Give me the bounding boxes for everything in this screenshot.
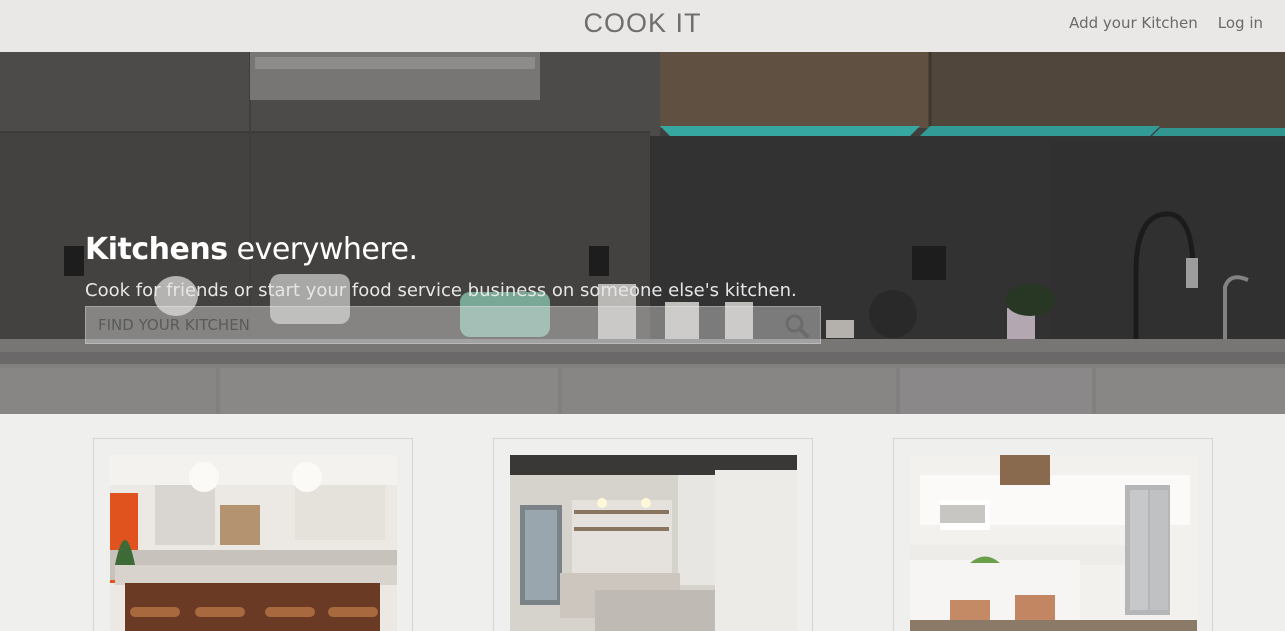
kitchen-photo[interactable] bbox=[110, 455, 397, 631]
hero-title: Kitchens everywhere. bbox=[85, 232, 418, 267]
hero-title-rest: everywhere. bbox=[227, 232, 418, 267]
magnifier-icon[interactable] bbox=[784, 313, 810, 339]
top-navbar: COOK IT Add your Kitchen Log in bbox=[0, 0, 1285, 52]
nav-links: Add your Kitchen Log in bbox=[1069, 14, 1263, 32]
add-kitchen-link[interactable]: Add your Kitchen bbox=[1069, 14, 1198, 32]
hero-title-bold: Kitchens bbox=[85, 232, 228, 267]
hero-banner: Kitchens everywhere. Cook for friends or… bbox=[0, 52, 1285, 414]
kitchen-card[interactable] bbox=[493, 438, 813, 631]
login-link[interactable]: Log in bbox=[1218, 14, 1263, 32]
kitchen-card[interactable] bbox=[893, 438, 1213, 631]
kitchen-search-bar bbox=[85, 306, 821, 344]
kitchen-photo[interactable] bbox=[910, 455, 1197, 631]
kitchen-photo[interactable] bbox=[510, 455, 797, 631]
hero-subtitle: Cook for friends or start your food serv… bbox=[85, 280, 797, 301]
kitchen-search-input[interactable] bbox=[86, 307, 766, 343]
kitchen-card[interactable] bbox=[93, 438, 413, 631]
